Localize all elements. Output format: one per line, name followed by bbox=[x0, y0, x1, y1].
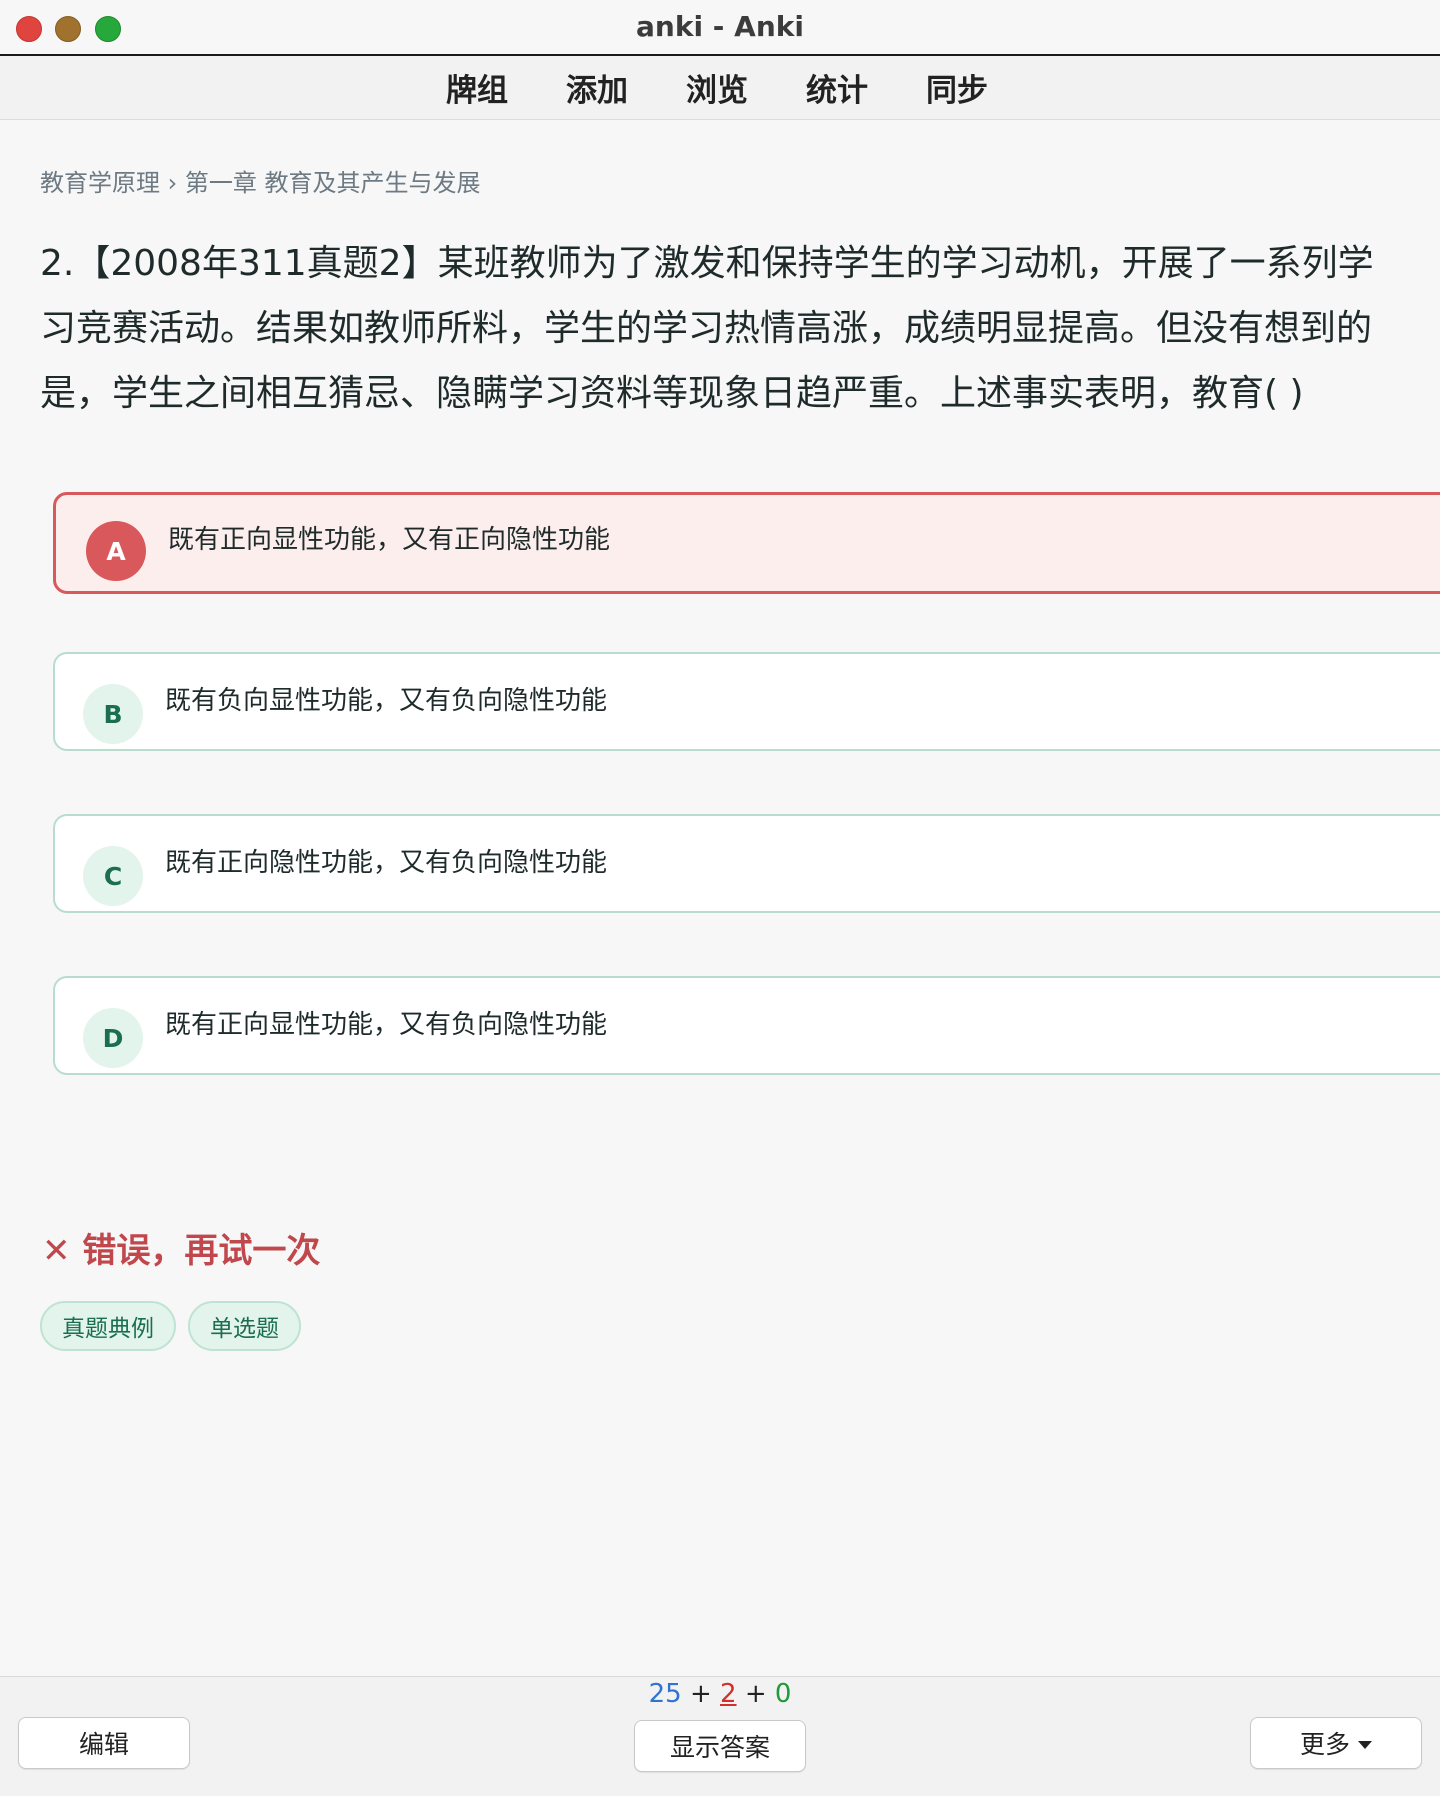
more-button[interactable]: 更多 bbox=[1250, 1717, 1422, 1769]
due-counts: 25 + 2 + 0 bbox=[0, 1679, 1440, 1709]
option-text: 既有正向显性功能，又有负向隐性功能 bbox=[165, 1010, 608, 1040]
toolbar-browse[interactable]: 浏览 bbox=[686, 65, 748, 110]
question-text: 2.【2008年311真题2】某班教师为了激发和保持学生的学习动机，开展了一系列… bbox=[40, 243, 1374, 414]
tag-list: 真题典例 单选题 bbox=[40, 1301, 301, 1351]
new-count: 25 bbox=[648, 1679, 682, 1709]
window-title: anki - Anki bbox=[636, 10, 804, 43]
main-toolbar: 牌组 添加 浏览 统计 同步 bbox=[0, 56, 1440, 120]
review-count: 0 bbox=[774, 1679, 792, 1709]
option-a[interactable]: A 既有正向显性功能，又有正向隐性功能 bbox=[53, 492, 1440, 594]
option-text: 既有正向显性功能，又有正向隐性功能 bbox=[168, 525, 611, 555]
option-d[interactable]: D 既有正向显性功能，又有负向隐性功能 bbox=[53, 976, 1440, 1075]
option-letter-badge: B bbox=[83, 684, 143, 744]
wrong-x-icon: ✕ bbox=[42, 1231, 71, 1271]
more-label: 更多 bbox=[1299, 1730, 1350, 1759]
option-b[interactable]: B 既有负向显性功能，又有负向隐性功能 bbox=[53, 652, 1440, 751]
count-separator: + bbox=[744, 1679, 767, 1709]
card-content: 教育学原理 › 第一章 教育及其产生与发展 2.【2008年311真题2】某班教… bbox=[0, 121, 1440, 1676]
tag-chip[interactable]: 真题典例 bbox=[40, 1301, 176, 1351]
option-text: 既有正向隐性功能，又有负向隐性功能 bbox=[165, 848, 608, 878]
option-text: 既有负向显性功能，又有负向隐性功能 bbox=[165, 686, 608, 716]
title-bar: anki - Anki bbox=[0, 0, 1440, 56]
feedback-text: 错误，再试一次 bbox=[82, 1231, 321, 1271]
toolbar-decks[interactable]: 牌组 bbox=[446, 65, 508, 110]
toolbar-sync[interactable]: 同步 bbox=[926, 65, 988, 110]
tag-chip[interactable]: 单选题 bbox=[188, 1301, 301, 1351]
bottom-bar: 25 + 2 + 0 编辑 显示答案 更多 bbox=[0, 1676, 1440, 1796]
chevron-down-icon bbox=[1358, 1741, 1372, 1749]
option-letter-badge: A bbox=[86, 521, 146, 581]
edit-button[interactable]: 编辑 bbox=[18, 1717, 190, 1769]
breadcrumb: 教育学原理 › 第一章 教育及其产生与发展 bbox=[40, 169, 481, 197]
feedback-message: ✕ 错误，再试一次 bbox=[42, 1223, 320, 1272]
option-letter-badge: D bbox=[83, 1008, 143, 1068]
option-c[interactable]: C 既有正向隐性功能，又有负向隐性功能 bbox=[53, 814, 1440, 913]
learn-count: 2 bbox=[720, 1679, 737, 1709]
option-letter-badge: C bbox=[83, 846, 143, 906]
toolbar-add[interactable]: 添加 bbox=[566, 65, 628, 110]
show-answer-button[interactable]: 显示答案 bbox=[634, 1720, 806, 1772]
toolbar-stats[interactable]: 统计 bbox=[806, 65, 868, 110]
count-separator: + bbox=[689, 1679, 712, 1709]
